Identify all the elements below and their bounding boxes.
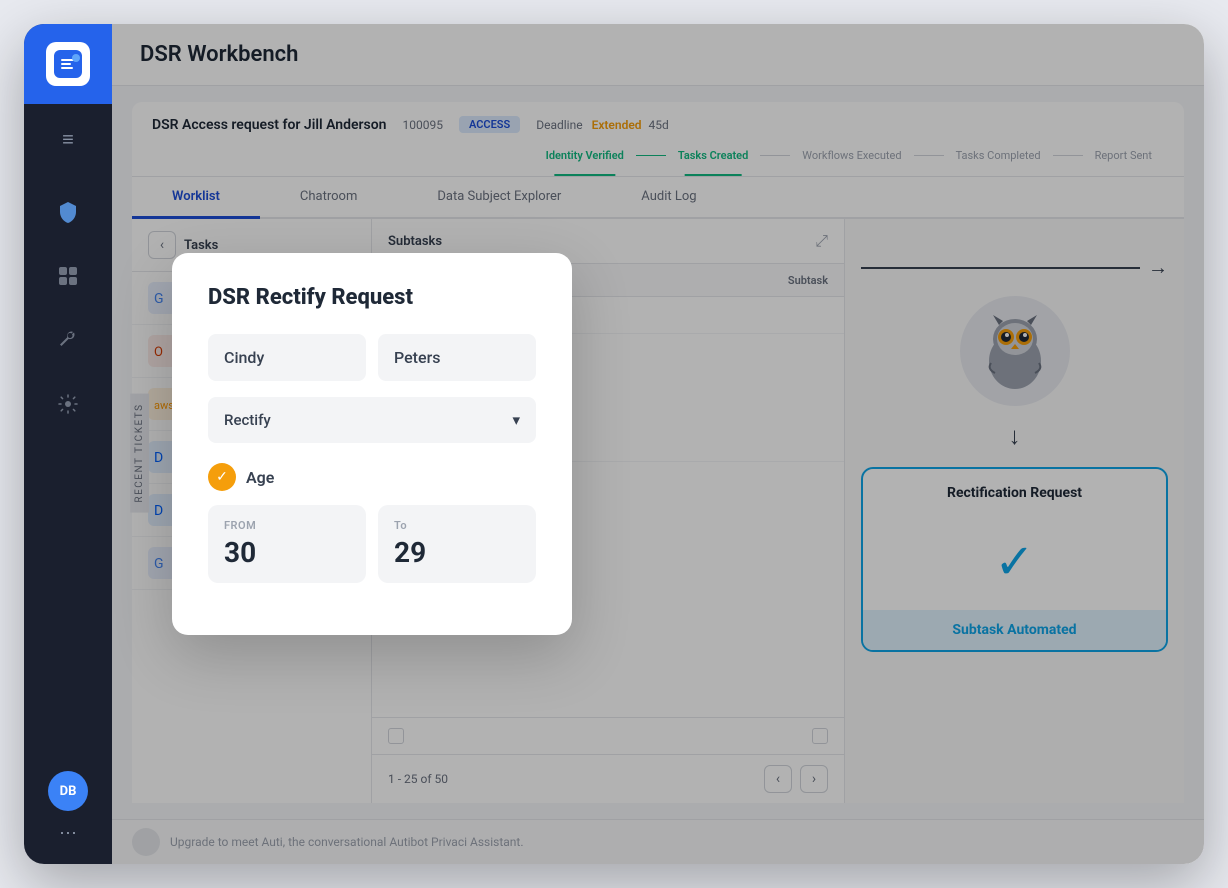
sidebar-item-settings[interactable] [40, 376, 96, 432]
main-content: DSR Workbench RECENT TICKETS DSR Access … [112, 24, 1204, 864]
age-from-field: FROM 30 [208, 505, 366, 583]
modal-overlay: DSR Rectify Request Cindy Peters Rectify… [112, 24, 1204, 864]
age-label-row: ✓ Age [208, 463, 536, 491]
sidebar-bottom: DB ⋯ [24, 771, 112, 864]
age-fields: FROM 30 To 29 [208, 505, 536, 583]
sidebar: ≡ [24, 24, 112, 864]
from-value[interactable]: 30 [224, 536, 350, 569]
user-avatar[interactable]: DB [48, 771, 88, 811]
logo-icon [46, 42, 90, 86]
to-label: To [394, 519, 520, 532]
age-check-icon: ✓ [208, 463, 236, 491]
last-name-field[interactable]: Peters [378, 334, 536, 381]
sidebar-item-shield[interactable] [40, 184, 96, 240]
age-section: ✓ Age FROM 30 To 29 [208, 463, 536, 583]
sidebar-nav [24, 164, 112, 771]
more-options-icon[interactable]: ⋯ [59, 823, 77, 844]
modal-title: DSR Rectify Request [208, 285, 536, 310]
sidebar-item-tools[interactable] [40, 312, 96, 368]
sidebar-logo[interactable] [24, 24, 112, 104]
first-name-field[interactable]: Cindy [208, 334, 366, 381]
age-to-field: To 29 [378, 505, 536, 583]
name-fields: Cindy Peters [208, 334, 536, 381]
age-label: Age [246, 468, 274, 487]
request-type-select[interactable]: Rectify ▾ [208, 397, 536, 443]
from-label: FROM [224, 519, 350, 532]
dsr-modal: DSR Rectify Request Cindy Peters Rectify… [172, 253, 572, 635]
menu-icon[interactable]: ≡ [24, 114, 112, 164]
to-value[interactable]: 29 [394, 536, 520, 569]
sidebar-item-grid[interactable] [40, 248, 96, 304]
